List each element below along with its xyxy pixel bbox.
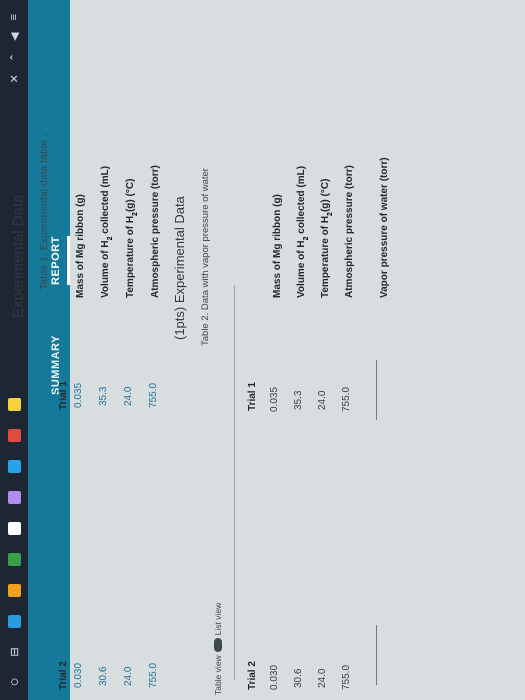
table2-cell: 755.0 [341, 386, 352, 412]
table2-cell: 24.0 [317, 668, 328, 688]
table2-cell: 0.035 [269, 386, 280, 412]
table1-caption-dot: . [38, 134, 50, 138]
table1-caption-text: Table 1. Experimental data table [38, 139, 50, 290]
table1-cell: 24.0 [123, 666, 134, 686]
table1-header-trial2: Trial 2 [58, 661, 69, 690]
table1-label-temperature: Temperature of H2(g) (°C) [125, 178, 140, 298]
points-title: (1pts) Experimental Data [172, 196, 187, 340]
section-title: Experimental Data [10, 194, 27, 318]
table2-header-trial2: Trial 2 [247, 661, 258, 690]
table1-cell: 0.030 [73, 662, 84, 688]
table2-header-trial1: Trial 1 [247, 382, 258, 411]
table1-caption: Table 1. Experimental data table . [38, 134, 50, 290]
table2-cell: 35.3 [293, 390, 304, 410]
toggle-switch[interactable] [214, 638, 222, 653]
table1-label-volume: Volume of H2 collected (mL) [100, 165, 115, 298]
table1-cell: 35.3 [98, 386, 109, 406]
vapor-pressure-trial1-input[interactable] [376, 360, 377, 420]
table1-cell: 755.0 [148, 662, 159, 688]
table2-cell: 30.6 [293, 668, 304, 688]
table2-label-mass: Mass of Mg ribbon (g) [272, 194, 283, 298]
table1-cell: 24.0 [123, 386, 134, 406]
view-toggle[interactable]: Table view List view [213, 603, 223, 695]
page-overlay: Experimental Data Table 1. Experimental … [0, 0, 525, 700]
table1-header-trial1: Trial 1 [58, 381, 69, 410]
table2-caption: Table 2. Data with vapor pressure of wat… [200, 168, 211, 346]
vapor-pressure-trial2-input[interactable] [376, 625, 377, 685]
table2-label-vapor-pressure: Vapor pressure of water (torr) [379, 157, 390, 298]
table2-label-temperature: Temperature of H2(g) (°C) [320, 178, 335, 298]
table1-cell: 755.0 [148, 382, 159, 408]
table1-label-mass: Mass of Mg ribbon (g) [75, 194, 86, 298]
table1-cell: 30.6 [98, 666, 109, 686]
table-view-label[interactable]: Table view [213, 655, 223, 695]
table1-label-pressure: Atmospheric pressure (torr) [150, 165, 161, 298]
table1-cell: 0.035 [73, 382, 84, 408]
table2-cell: 755.0 [341, 664, 352, 690]
table2-cell: 24.0 [317, 390, 328, 410]
table2-label-pressure: Atmospheric pressure (torr) [344, 165, 355, 298]
table2-top-divider [234, 285, 235, 680]
list-view-label[interactable]: List view [213, 603, 223, 636]
table2-cell: 0.030 [269, 664, 280, 690]
table2-label-volume: Volume of H2 collected (mL) [296, 165, 311, 298]
